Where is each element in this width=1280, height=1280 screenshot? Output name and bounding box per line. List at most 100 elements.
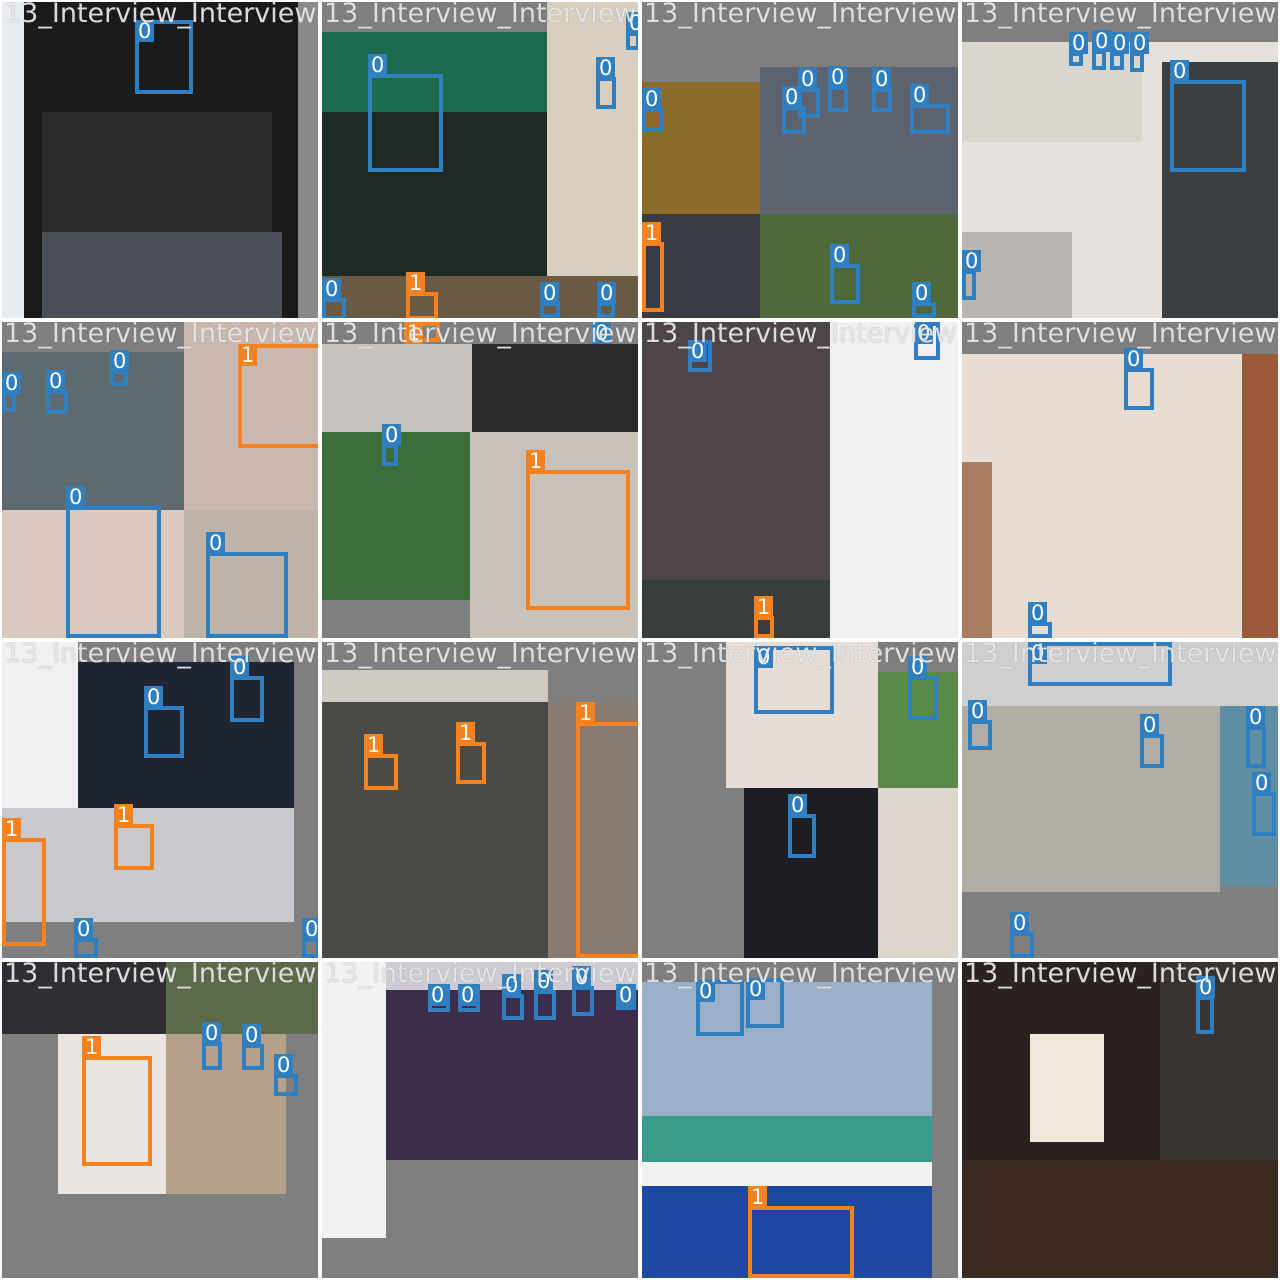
detection-box-class-0: 0 [135, 20, 193, 94]
detection-class-label: 0 [872, 68, 892, 90]
detection-class-label: 0 [914, 322, 934, 344]
detection-box-class-0: 0 [534, 970, 556, 1020]
detection-class-label: 0 [572, 966, 592, 988]
detection-class-label: 0 [962, 250, 982, 272]
detection-box-class-0: 0 [1130, 32, 1150, 72]
detection-box-class-0: 0 [626, 12, 638, 50]
detection-box-class-0: 0 [912, 282, 936, 318]
photo-region [642, 580, 830, 638]
photo-region [1030, 1034, 1104, 1142]
detection-box-class-0: 0 [596, 57, 616, 109]
mosaic-tile: 0 13_Interview_Interview [962, 962, 1278, 1278]
photo-region [322, 962, 386, 1238]
mosaic-tile: 0 0 13_Interview_Interview [962, 322, 1278, 638]
detection-box-class-0: 0 [428, 984, 450, 1012]
mosaic-tile: 0 0 0 0 1 0 0 13_Interview_Interview [322, 2, 638, 318]
photo-region [322, 344, 472, 432]
detection-class-label: 0 [782, 86, 802, 108]
photo-region [2, 962, 166, 1034]
mosaic-tile: 0 0 1 13_Interview_Interview [642, 962, 958, 1278]
detection-class-label: 0 [242, 1024, 262, 1046]
detection-box-class-0: 0 [2, 372, 22, 412]
detection-class-label: 1 [754, 596, 774, 618]
photo-region [642, 982, 932, 1116]
detection-class-label: 0 [696, 980, 716, 1002]
detection-class-label: 0 [206, 532, 226, 554]
detection-box-class-0: 0 [828, 66, 848, 112]
detection-mosaic: 0 13_Interview_Interview 0 0 0 0 1 0 0 13_Intervi… [0, 0, 1280, 1280]
detection-class-label: 0 [1010, 912, 1030, 934]
detection-class-label: 0 [1069, 32, 1089, 54]
detection-box-class-0: 0 [968, 700, 992, 750]
detection-box-class-0: 0 [1140, 714, 1164, 768]
detection-class-label: 0 [746, 978, 766, 1000]
detection-class-label: 1 [2, 818, 22, 840]
photo-region [1160, 962, 1278, 1160]
mosaic-tile: 1 0 0 0 0 0 13_Interview_Interview [2, 322, 318, 638]
detection-class-label: 0 [828, 66, 848, 88]
mosaic-tile: 0 0 0 0 0 0 13_Interview_Interview [962, 2, 1278, 318]
detection-box-class-0: 0 [754, 646, 834, 714]
detection-box-class-0: 0 [830, 244, 860, 304]
mosaic-tile: 0 0 1 1 0 0 13_Interview_Interview [2, 642, 318, 958]
photo-region [830, 322, 958, 638]
detection-box-class-1: 1 [406, 272, 438, 318]
detection-box-class-0: 0 [1170, 60, 1246, 172]
photo-region [642, 1116, 932, 1162]
photo-region [642, 322, 830, 580]
detection-class-label: 1 [114, 804, 134, 826]
detection-class-label: 1 [526, 450, 546, 472]
detection-class-label: 0 [597, 282, 617, 304]
detection-box-class-0: 0 [597, 282, 617, 318]
photo-region [962, 706, 1220, 892]
detection-class-label: 0 [912, 282, 932, 304]
detection-box-class-0: 0 [1196, 976, 1216, 1034]
detection-box-class-0: 0 [368, 54, 443, 172]
detection-class-label: 1 [456, 722, 476, 744]
detection-box-class-0: 0 [1124, 348, 1154, 410]
photo-region [2, 642, 78, 808]
detection-box-class-0: 0 [962, 250, 982, 300]
detection-box-class-0: 0 [688, 340, 712, 372]
photo-region [547, 2, 638, 276]
photo-region [322, 702, 548, 958]
detection-box-class-0: 0 [502, 974, 524, 1020]
photo-region [1242, 354, 1278, 638]
photo-region [878, 788, 958, 958]
detection-class-label: 0 [642, 88, 662, 110]
detection-class-label: 0 [626, 12, 638, 34]
detection-box-class-1: 1 [526, 450, 630, 610]
detection-class-label: 0 [135, 20, 155, 42]
detection-box-class-0: 0 [144, 686, 184, 758]
photo-region [322, 276, 638, 318]
detection-class-label: 1 [364, 734, 384, 756]
detection-class-label: 0 [368, 54, 388, 76]
detection-class-label: 0 [540, 282, 560, 304]
detection-box-class-0: 0 [1028, 602, 1052, 638]
detection-class-label: 1 [642, 222, 662, 244]
detection-class-label: 0 [322, 278, 342, 300]
detection-box-class-0: 0 [1069, 32, 1089, 66]
mosaic-tile: 0 0 1 13_Interview_Interview [642, 322, 958, 638]
detection-class-label: 1 [82, 1036, 102, 1058]
detection-class-label: 0 [1028, 602, 1048, 624]
detection-box-class-0: 0 [1110, 32, 1130, 70]
detection-box-class-0: 0 [908, 656, 938, 720]
detection-box-class-0: 0 [322, 278, 346, 318]
detection-box-class-0: 0 [616, 984, 636, 1010]
detection-class-label: 0 [1028, 642, 1048, 664]
detection-class-label: 0 [1252, 772, 1272, 794]
detection-box-class-1: 1 [238, 344, 318, 448]
photo-region [322, 670, 548, 702]
detection-class-label: 0 [74, 918, 94, 940]
detection-class-label: 0 [788, 794, 808, 816]
detection-box-class-0: 0 [458, 984, 480, 1012]
detection-class-label: 1 [406, 272, 426, 294]
detection-box-class-1: 1 [642, 222, 664, 312]
detection-box-class-0: 0 [206, 532, 288, 638]
detection-class-label: 0 [616, 984, 636, 1006]
detection-box-class-0: 0 [1028, 642, 1172, 686]
detection-class-label: 0 [1110, 32, 1130, 54]
detection-box-class-0: 0 [66, 486, 161, 638]
mosaic-tile: 0 13_Interview_Interview [2, 2, 318, 318]
